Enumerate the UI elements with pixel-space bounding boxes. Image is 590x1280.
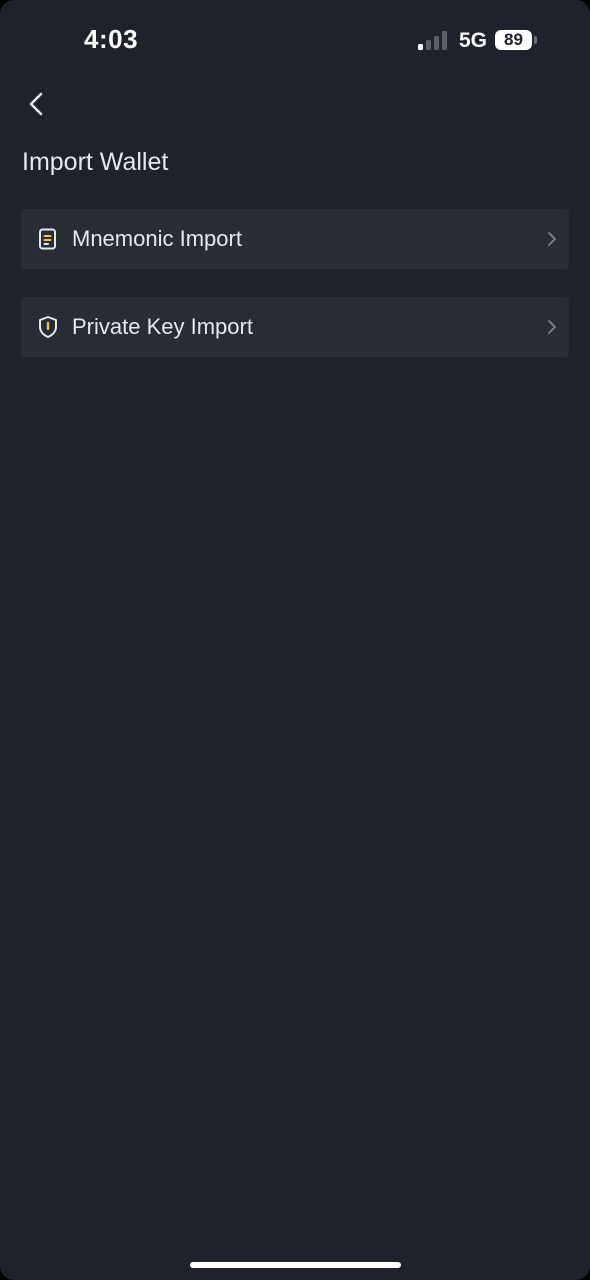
status-time: 4:03 [84,24,139,54]
private-key-import-option[interactable]: Private Key Import [21,297,569,357]
battery-tip [534,36,537,44]
import-wallet-screen: 4:03 5G 89 Import Wallet Mnemonic Import [0,0,590,1280]
signal-bar [434,36,439,50]
private-key-import-label: Private Key Import [72,314,253,339]
cellular-signal-icon [418,30,450,50]
chevron-left-icon [29,92,43,116]
signal-bar [442,31,447,50]
page-title: Import Wallet [22,148,169,176]
shield-key-icon [39,316,57,338]
home-indicator[interactable] [190,1262,401,1268]
document-icon [39,228,56,250]
status-bar: 4:03 5G 89 [0,0,590,80]
network-type: 5G [459,29,488,52]
battery-icon: 89 [495,30,532,50]
back-button[interactable] [20,86,56,122]
chevron-right-icon [548,320,556,334]
mnemonic-import-label: Mnemonic Import [72,226,242,251]
chevron-right-icon [548,232,556,246]
signal-bar [426,40,431,50]
signal-bar [418,44,423,50]
mnemonic-import-option[interactable]: Mnemonic Import [21,209,569,269]
